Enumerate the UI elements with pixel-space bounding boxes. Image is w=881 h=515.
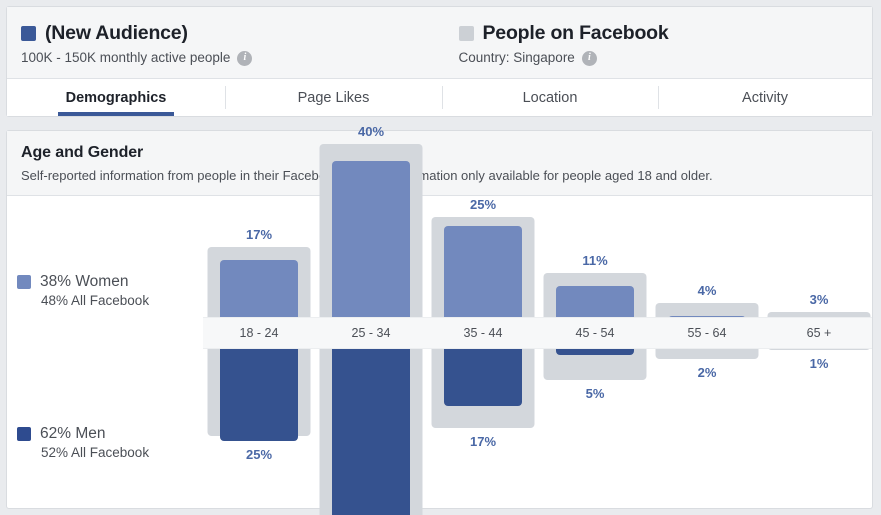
audience-title-row: (New Audience) bbox=[21, 21, 445, 45]
comparison-country: Country: Singapore bbox=[458, 50, 575, 65]
age-group-label: 65 + bbox=[806, 326, 832, 340]
women-value-label: 40% bbox=[357, 123, 385, 139]
women-value-label: 25% bbox=[469, 196, 497, 212]
age-group-column[interactable]: 4% 2% 55 - 64 bbox=[651, 196, 763, 505]
women-bar bbox=[332, 161, 410, 333]
audience-name: (New Audience) bbox=[45, 22, 188, 44]
audience-reach: 100K - 150K monthly active people bbox=[21, 50, 231, 65]
tab-demographics[interactable]: Demographics bbox=[7, 79, 225, 116]
women-value-label: 11% bbox=[582, 252, 608, 268]
legend-men-sublabel: 52% All Facebook bbox=[41, 445, 150, 460]
legend-men-label: 62% Men bbox=[40, 424, 106, 442]
men-value-label: 5% bbox=[585, 386, 605, 402]
age-group-label: 25 - 34 bbox=[351, 326, 391, 340]
age-group-column[interactable]: 40%50%25 - 34 bbox=[315, 124, 427, 515]
audience-summary-selected: (New Audience) 100K - 150K monthly activ… bbox=[7, 7, 445, 78]
legend-women-sublabel: 48% All Facebook bbox=[41, 293, 150, 308]
tab-label: Activity bbox=[742, 89, 788, 106]
tab-label: Page Likes bbox=[297, 89, 370, 106]
legend-men-row: 62% Men bbox=[17, 424, 149, 443]
tab-activity[interactable]: Activity bbox=[658, 79, 872, 116]
legend-women-label: 38% Women bbox=[40, 272, 129, 290]
age-and-gender-card: Age and Gender Self-reported information… bbox=[6, 124, 873, 515]
age-group-column[interactable]: 11% 5% 45 - 54 bbox=[539, 196, 651, 505]
comparison-subtitle-row: Country: Singapore i bbox=[459, 49, 873, 67]
section-tabs: Demographics Page Likes Location Activit… bbox=[7, 79, 872, 116]
women-value-label: 3% bbox=[809, 291, 829, 307]
age-group-column[interactable]: 25% 17% 35 - 44 bbox=[427, 196, 539, 505]
men-bar bbox=[220, 333, 298, 441]
info-icon[interactable]: i bbox=[581, 50, 597, 66]
men-value-label: 2% bbox=[697, 364, 717, 380]
men-value-label: 17% bbox=[469, 433, 497, 449]
audience-subtitle-row: 100K - 150K monthly active people i bbox=[21, 49, 445, 67]
audience-header-card: (New Audience) 100K - 150K monthly activ… bbox=[6, 6, 873, 117]
tab-label: Demographics bbox=[65, 89, 167, 106]
men-value-label: 25% bbox=[245, 446, 273, 462]
legend-women-swatch bbox=[17, 274, 31, 289]
age-group-label: 18 - 24 bbox=[239, 326, 279, 340]
men-bar bbox=[332, 333, 410, 515]
legend-women: 38% Women 48% All Facebook bbox=[17, 272, 149, 309]
audience-summary-bar: (New Audience) 100K - 150K monthly activ… bbox=[7, 7, 872, 79]
tab-label: Location bbox=[522, 89, 578, 106]
info-icon[interactable]: i bbox=[237, 50, 253, 66]
tab-page-likes[interactable]: Page Likes bbox=[225, 79, 442, 116]
comparison-name: People on Facebook bbox=[482, 22, 669, 44]
comparison-title-row: People on Facebook bbox=[458, 21, 873, 45]
audience-color-swatch bbox=[21, 25, 36, 41]
legend-men: 62% Men 52% All Facebook bbox=[17, 424, 149, 461]
comparison-color-swatch bbox=[458, 25, 474, 41]
age-group-label: 35 - 44 bbox=[463, 326, 503, 340]
age-group-label: 45 - 54 bbox=[575, 326, 615, 340]
audience-insights-page: (New Audience) 100K - 150K monthly activ… bbox=[0, 0, 881, 515]
women-value-label: 4% bbox=[697, 282, 717, 298]
men-value-label: 1% bbox=[809, 356, 829, 372]
bar-columns: 17% 25% 18 - 24 40%50%25 - 34 25% 17% 35 - 44 1… bbox=[203, 124, 871, 515]
audience-summary-comparison: People on Facebook Country: Singapore i bbox=[445, 7, 873, 78]
age-gender-chart: 38% Women 48% All Facebook 62% Men 52% A… bbox=[7, 124, 872, 515]
section-title: Age and Gender bbox=[21, 144, 144, 161]
women-value-label: 17% bbox=[245, 227, 273, 242]
age-gender-section-header: Age and Gender Self-reported information… bbox=[7, 131, 872, 196]
tab-location[interactable]: Location bbox=[442, 79, 658, 116]
legend-women-row: 38% Women bbox=[17, 272, 149, 291]
age-group-column[interactable]: 3% 1% 65 + bbox=[763, 196, 875, 505]
legend-men-swatch bbox=[17, 426, 31, 441]
section-description: Self-reported information from people in… bbox=[21, 168, 713, 183]
age-group-label: 55 - 64 bbox=[687, 326, 727, 340]
age-group-column[interactable]: 17% 25% 18 - 24 bbox=[203, 196, 315, 505]
